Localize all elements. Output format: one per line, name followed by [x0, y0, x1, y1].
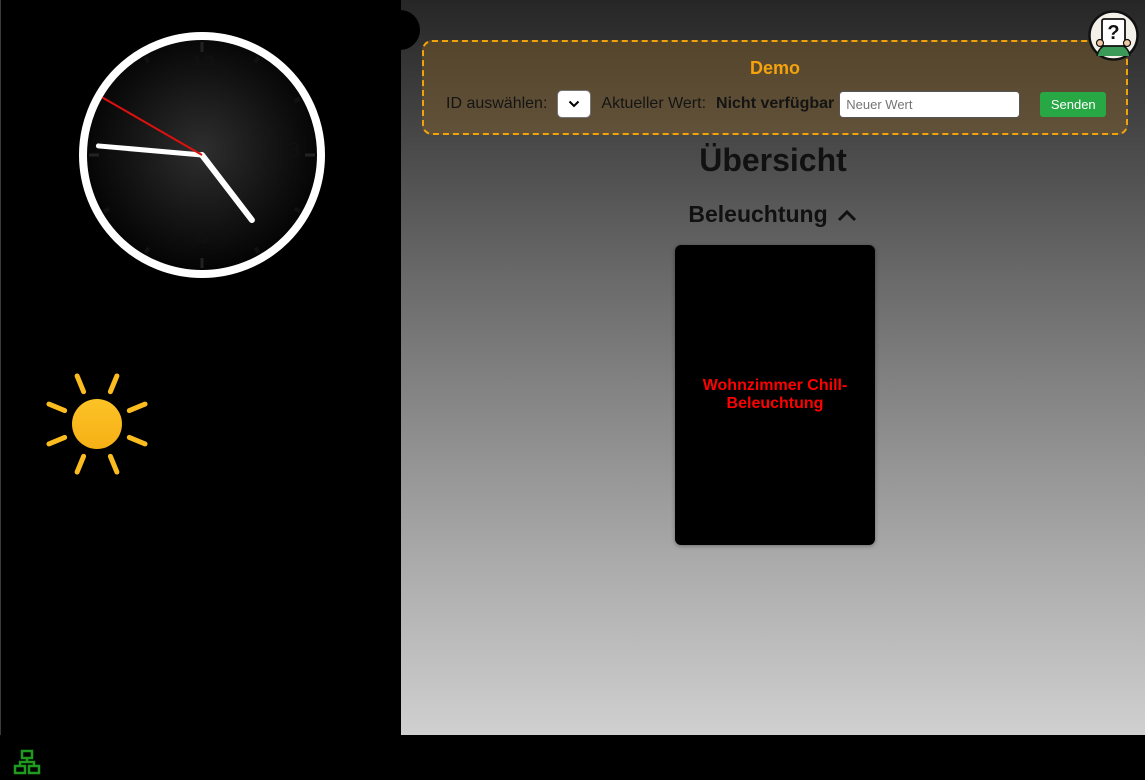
chevron-down-icon [569, 100, 580, 108]
clock-tick [293, 96, 301, 104]
clock-tick [293, 206, 301, 214]
sun-ray [126, 434, 148, 447]
main-content: Demo ID auswählen: Aktueller Wert: Nicht… [401, 0, 1145, 735]
clock-numeral-3: 3 [288, 139, 300, 162]
clock-numeral-9: 9 [106, 139, 118, 162]
sun-ray [74, 453, 87, 475]
sidebar-toggle-button[interactable] [380, 10, 420, 50]
help-avatar-icon[interactable]: ? [1088, 10, 1139, 61]
send-button[interactable]: Senden [1040, 91, 1107, 117]
sun-ray [107, 453, 120, 475]
sun-ray [46, 434, 68, 447]
clock-tick [143, 246, 151, 254]
svg-text:?: ? [1107, 22, 1119, 44]
id-select-label: ID auswählen: [446, 95, 548, 112]
sun-ray [126, 401, 148, 414]
sidebar: 12 3 6 9 [0, 0, 401, 735]
new-value-input[interactable] [839, 90, 1021, 118]
section-header-beleuchtung[interactable]: Beleuchtung [401, 201, 1145, 228]
sun-icon [46, 373, 148, 475]
network-icon [13, 749, 41, 775]
id-select[interactable] [557, 90, 592, 118]
clock-tick [103, 206, 111, 214]
sun-ray [107, 373, 120, 395]
device-card-label: Wohnzimmer Chill-Beleuchtung [702, 377, 848, 412]
sun-disc [72, 399, 122, 449]
clock-tick [253, 56, 261, 64]
clock-tick [253, 246, 261, 254]
analog-clock: 12 3 6 9 [79, 32, 325, 278]
sun-ray [74, 373, 87, 395]
chevron-up-icon [837, 209, 856, 221]
clock-numeral-6: 6 [196, 225, 208, 248]
clock-tick [143, 56, 151, 64]
demo-title: Demo [749, 58, 800, 78]
current-value: Nicht verfügbar [716, 95, 835, 112]
device-card[interactable]: Wohnzimmer Chill-Beleuchtung [675, 245, 875, 545]
section-title: Beleuchtung [688, 201, 828, 227]
demo-panel: Demo ID auswählen: Aktueller Wert: Nicht… [422, 40, 1128, 135]
sun-ray [46, 401, 68, 414]
clock-numeral-12: 12 [191, 52, 214, 75]
page-title: Übersicht [699, 142, 847, 178]
current-value-label: Aktueller Wert: [601, 95, 707, 112]
demo-controls: ID auswählen: Aktueller Wert: Nicht verf… [446, 90, 1107, 118]
